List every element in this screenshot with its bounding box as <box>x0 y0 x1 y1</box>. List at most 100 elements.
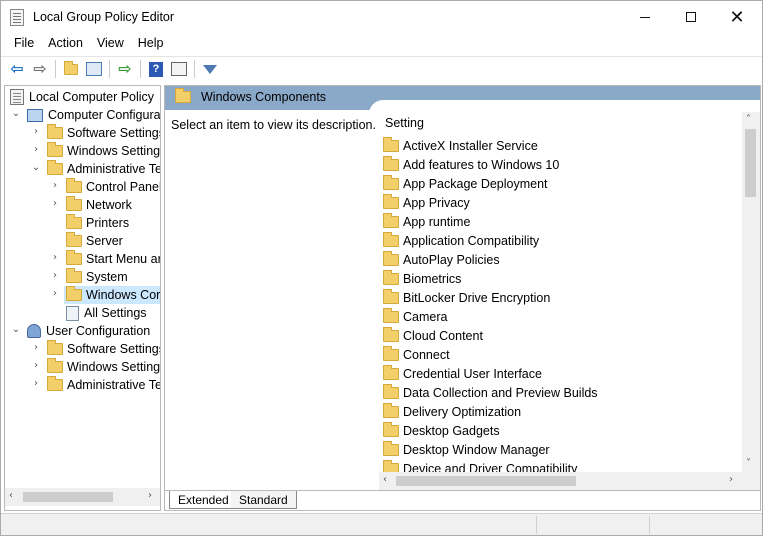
tree-node-label: Local Computer Policy <box>29 90 155 104</box>
gpedit-app-icon <box>10 9 24 26</box>
folder-icon <box>47 376 63 391</box>
back-icon: ⇦ <box>10 61 24 78</box>
setting-folder-row[interactable]: App Package Deployment <box>383 174 548 193</box>
scroll-up-icon[interactable]: ˄ <box>746 114 751 125</box>
expand-chevron-icon[interactable]: › <box>50 252 60 263</box>
setting-folder-row[interactable]: Desktop Gadgets <box>383 421 500 440</box>
expand-chevron-icon[interactable]: › <box>31 378 41 389</box>
setting-folder-row[interactable]: Delivery Optimization <box>383 402 521 421</box>
tree-node-control-panel[interactable]: Control Panel <box>66 178 160 196</box>
collapse-chevron-icon[interactable]: ⌄ <box>11 324 21 335</box>
setting-folder-row[interactable]: App runtime <box>383 212 470 231</box>
forward-button[interactable]: ⇨ <box>30 59 50 79</box>
tree-node-cc-windows-settings[interactable]: Windows Setting <box>47 142 160 160</box>
show-hide-tree-icon <box>86 62 102 76</box>
up-one-level-button[interactable] <box>61 59 81 79</box>
tree-node-label: Windows Cor <box>86 288 161 302</box>
close-button[interactable]: ✕ <box>714 1 760 33</box>
setting-folder-row[interactable]: Add features to Windows 10 <box>383 155 559 174</box>
tree-node-label: Network <box>86 198 132 212</box>
back-button[interactable]: ⇦ <box>7 59 27 79</box>
status-bar <box>1 513 762 535</box>
help-button[interactable]: ? <box>146 59 166 79</box>
setting-folder-row[interactable]: BitLocker Drive Encryption <box>383 288 550 307</box>
settings-horizontal-scrollbar[interactable]: ‹ › <box>379 472 742 490</box>
tree-node-network[interactable]: Network <box>66 196 132 214</box>
setting-folder-row[interactable]: Application Compatibility <box>383 231 539 250</box>
scroll-left-icon[interactable]: ‹ <box>9 490 13 501</box>
scrollbar-thumb[interactable] <box>23 492 113 502</box>
tree-node-windows-components[interactable]: Windows Cor <box>64 286 160 304</box>
expand-chevron-icon[interactable]: › <box>50 270 60 281</box>
folder-icon <box>383 402 399 418</box>
tree-node-start-menu[interactable]: Start Menu ar <box>66 250 161 268</box>
tree-node-all-settings[interactable]: All Settings <box>66 304 147 322</box>
setting-folder-row[interactable]: Connect <box>383 345 450 364</box>
menu-help[interactable]: Help <box>131 33 171 55</box>
setting-folder-row[interactable]: ActiveX Installer Service <box>383 136 538 155</box>
tree-node-uc-windows-settings[interactable]: Windows Setting <box>47 358 160 376</box>
setting-folder-row[interactable]: Desktop Window Manager <box>383 440 550 459</box>
toolbar-separator <box>194 60 195 78</box>
export-list-icon: ⇨ <box>118 61 132 78</box>
folder-icon <box>383 440 399 456</box>
tab-standard[interactable]: Standard <box>231 491 297 509</box>
tree-node-cc-software-settings[interactable]: Software Settings <box>47 124 160 142</box>
tree-node-uc-administrative-templates[interactable]: Administrative Te <box>47 376 160 394</box>
maximize-button[interactable] <box>668 1 714 33</box>
export-list-button[interactable]: ⇨ <box>115 59 135 79</box>
tree-node-user-configuration[interactable]: User Configuration <box>27 322 150 340</box>
expand-chevron-icon[interactable]: › <box>50 288 60 299</box>
menu-view[interactable]: View <box>90 33 131 55</box>
column-header-setting[interactable]: Setting <box>385 116 424 130</box>
expand-chevron-icon[interactable]: › <box>31 360 41 371</box>
tree-node-cc-administrative-templates[interactable]: Administrative Te <box>47 160 160 178</box>
properties-button[interactable] <box>169 59 189 79</box>
expand-chevron-icon[interactable]: › <box>50 198 60 209</box>
collapse-chevron-icon[interactable]: ⌄ <box>31 162 41 173</box>
setting-folder-label: Desktop Window Manager <box>403 442 550 457</box>
folder-icon <box>47 124 63 139</box>
tree-node-computer-configuration[interactable]: Computer Configura <box>27 106 160 124</box>
menu-file[interactable]: File <box>7 33 41 55</box>
scroll-left-icon[interactable]: ‹ <box>383 474 387 485</box>
scrollbar-thumb[interactable] <box>396 476 576 486</box>
setting-folder-row[interactable]: Camera <box>383 307 447 326</box>
forward-icon: ⇨ <box>33 61 47 78</box>
folder-icon <box>66 214 82 229</box>
toolbar: ⇦ ⇨ ⇨ ? <box>1 56 762 81</box>
tree-node-label: Windows Setting <box>67 144 161 158</box>
setting-folder-row[interactable]: Credential User Interface <box>383 364 542 383</box>
window-title: Local Group Policy Editor <box>33 10 175 24</box>
tree-node-label: Start Menu ar <box>86 252 161 266</box>
tree-node-uc-software-settings[interactable]: Software Settings <box>47 340 160 358</box>
scroll-right-icon[interactable]: › <box>148 490 152 501</box>
scroll-right-icon[interactable]: › <box>729 474 733 485</box>
setting-folder-row[interactable]: Data Collection and Preview Builds <box>383 383 598 402</box>
setting-folder-row[interactable]: Biometrics <box>383 269 461 288</box>
expand-chevron-icon[interactable]: › <box>31 342 41 353</box>
collapse-chevron-icon[interactable]: ⌄ <box>11 108 21 119</box>
tree-node-system[interactable]: System <box>66 268 128 286</box>
menu-action[interactable]: Action <box>41 33 90 55</box>
setting-folder-row[interactable]: AutoPlay Policies <box>383 250 500 269</box>
tree-node-server[interactable]: Server <box>66 232 123 250</box>
tree-horizontal-scrollbar[interactable]: ‹ › <box>5 488 160 506</box>
scroll-down-icon[interactable]: ˅ <box>746 458 751 469</box>
settings-vertical-scrollbar[interactable]: ˄ ˅ <box>742 112 760 474</box>
show-hide-tree-button[interactable] <box>84 59 104 79</box>
tree-pane[interactable]: Local Computer Policy ⌄ Computer Configu… <box>4 85 161 511</box>
filter-button[interactable] <box>200 59 220 79</box>
minimize-button[interactable] <box>622 1 668 33</box>
setting-folder-label: App Package Deployment <box>403 176 548 191</box>
setting-folder-row[interactable]: App Privacy <box>383 193 470 212</box>
scrollbar-thumb[interactable] <box>745 129 756 197</box>
details-header: Windows Components <box>175 88 326 104</box>
setting-folder-row[interactable]: Cloud Content <box>383 326 483 345</box>
expand-chevron-icon[interactable]: › <box>50 180 60 191</box>
expand-chevron-icon[interactable]: › <box>31 144 41 155</box>
tree-node-printers[interactable]: Printers <box>66 214 129 232</box>
tab-extended[interactable]: Extended <box>169 491 238 509</box>
tree-node-local-computer-policy[interactable]: Local Computer Policy <box>10 88 154 106</box>
expand-chevron-icon[interactable]: › <box>31 126 41 137</box>
